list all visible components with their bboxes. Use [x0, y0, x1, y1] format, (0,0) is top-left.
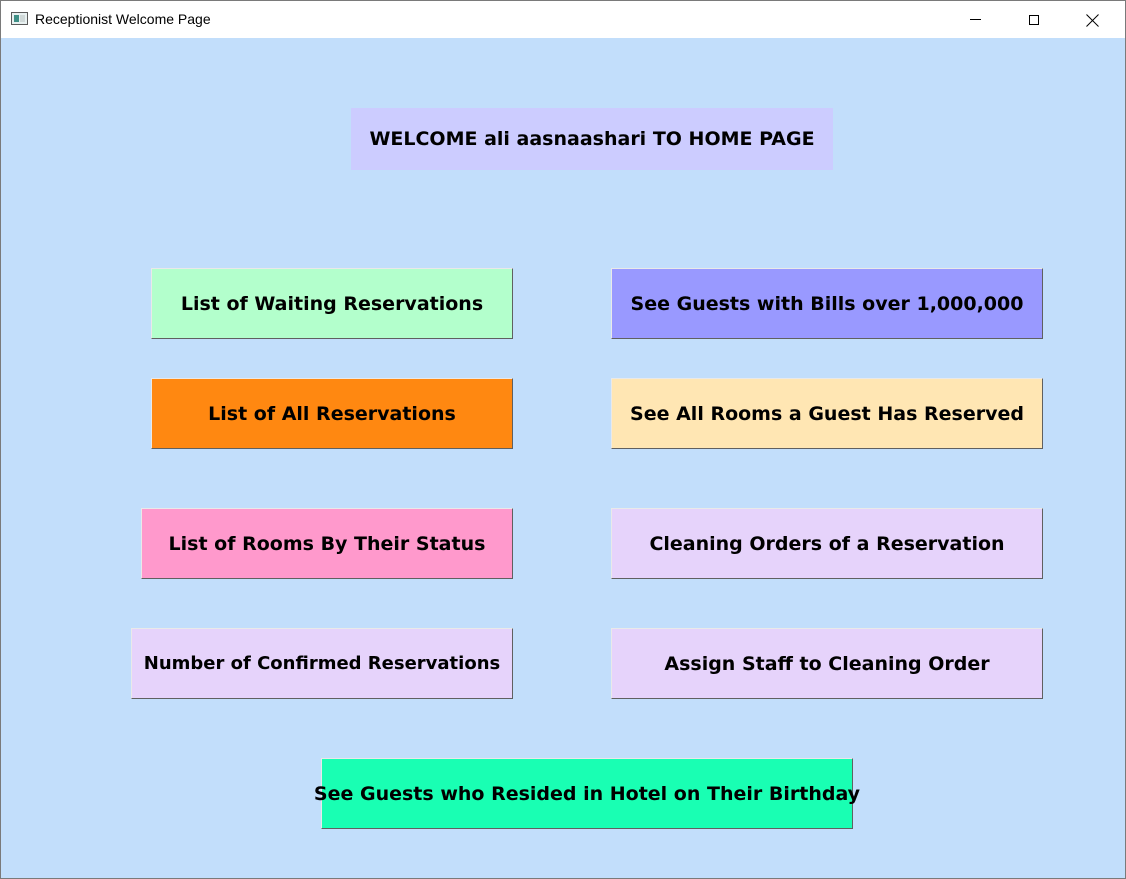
close-icon [1086, 13, 1100, 27]
confirmed-reservations-count-button[interactable]: Number of Confirmed Reservations [131, 628, 513, 699]
minimize-button[interactable] [946, 1, 1004, 38]
birthday-guests-button[interactable]: See Guests who Resided in Hotel on Their… [314, 758, 860, 829]
welcome-banner: WELCOME ali aasnaashari TO HOME PAGE [351, 108, 833, 170]
main-panel: WELCOME ali aasnaashari TO HOME PAGE Lis… [1, 38, 1125, 878]
guests-bills-over-button[interactable]: See Guests with Bills over 1,000,000 [611, 268, 1043, 339]
cleaning-orders-button[interactable]: Cleaning Orders of a Reservation [611, 508, 1043, 579]
minimize-icon [969, 19, 981, 20]
rooms-by-status-button[interactable]: List of Rooms By Their Status [141, 508, 513, 579]
assign-staff-button[interactable]: Assign Staff to Cleaning Order [611, 628, 1043, 699]
app-window: Receptionist Welcome Page WELCOME ali aa… [0, 0, 1126, 879]
maximize-button[interactable] [1005, 1, 1063, 38]
title-bar[interactable]: Receptionist Welcome Page [1, 1, 1125, 38]
waiting-reservations-button[interactable]: List of Waiting Reservations [151, 268, 513, 339]
close-button[interactable] [1064, 1, 1122, 38]
window-title: Receptionist Welcome Page [35, 11, 211, 27]
maximize-icon [1029, 14, 1039, 25]
guest-reserved-rooms-button[interactable]: See All Rooms a Guest Has Reserved [611, 378, 1043, 449]
app-window-icon[interactable] [11, 12, 28, 25]
all-reservations-button[interactable]: List of All Reservations [151, 378, 513, 449]
